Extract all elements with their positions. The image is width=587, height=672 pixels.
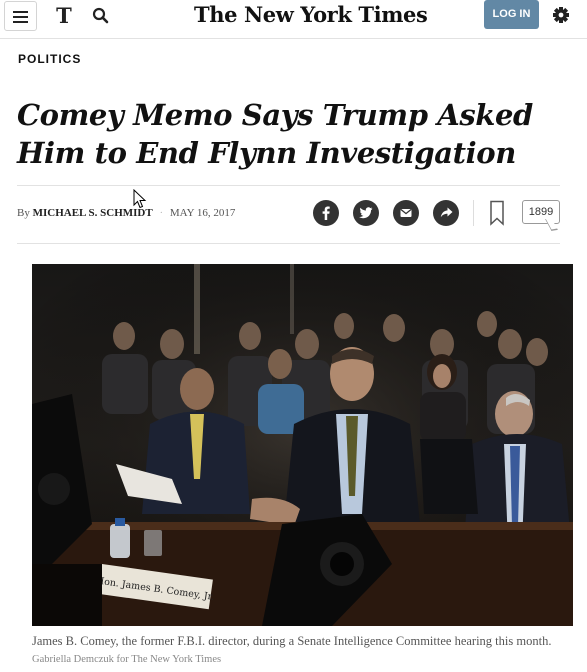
mouse-cursor-icon	[133, 189, 147, 209]
divider	[17, 243, 560, 244]
author-link[interactable]: MICHAEL S. SCHMIDT	[33, 207, 153, 219]
bookmark-button[interactable]	[489, 200, 505, 226]
share-divider	[473, 200, 474, 226]
byline: By MICHAEL S. SCHMIDT · MAY 16, 2017	[17, 207, 235, 219]
email-share-button[interactable]	[393, 200, 419, 226]
top-bar: T The New York Times LOG IN	[0, 0, 587, 39]
menu-button[interactable]	[4, 1, 37, 31]
hamburger-line	[13, 21, 28, 23]
facebook-share-button[interactable]	[313, 200, 339, 226]
publish-date: MAY 16, 2017	[169, 207, 236, 219]
login-button[interactable]: LOG IN	[484, 0, 539, 29]
caption-text: James B. Comey, the former F.B.I. direct…	[32, 634, 552, 648]
twitter-icon	[359, 207, 373, 219]
t-logo-icon[interactable]: T	[53, 3, 75, 29]
section-label[interactable]: POLITICS	[18, 52, 81, 66]
photo-credit: Gabriella Demczuk for The New York Times	[32, 654, 222, 665]
email-icon	[400, 208, 412, 217]
search-icon[interactable]	[90, 5, 112, 27]
article-photo[interactable]: Hon. James B. Comey, Jr.	[32, 264, 573, 626]
masthead-logo[interactable]: The New York Times	[194, 0, 428, 30]
gear-icon[interactable]	[550, 4, 572, 26]
bookmark-icon	[490, 200, 504, 226]
comments-button[interactable]: 1899	[522, 200, 560, 224]
article-headline: Comey Memo Says Trump Asked Him to End F…	[17, 98, 533, 170]
twitter-share-button[interactable]	[353, 200, 379, 226]
more-share-button[interactable]	[433, 200, 459, 226]
hearing-photo-illustration: Hon. James B. Comey, Jr.	[32, 264, 573, 626]
photo-caption: James B. Comey, the former F.B.I. direct…	[32, 633, 573, 668]
share-icon	[440, 207, 453, 218]
facebook-icon	[322, 206, 330, 220]
hamburger-line	[13, 11, 28, 13]
divider	[17, 185, 560, 186]
hamburger-line	[13, 16, 28, 18]
byline-prefix: By	[17, 207, 30, 219]
byline-separator: ·	[159, 207, 164, 219]
